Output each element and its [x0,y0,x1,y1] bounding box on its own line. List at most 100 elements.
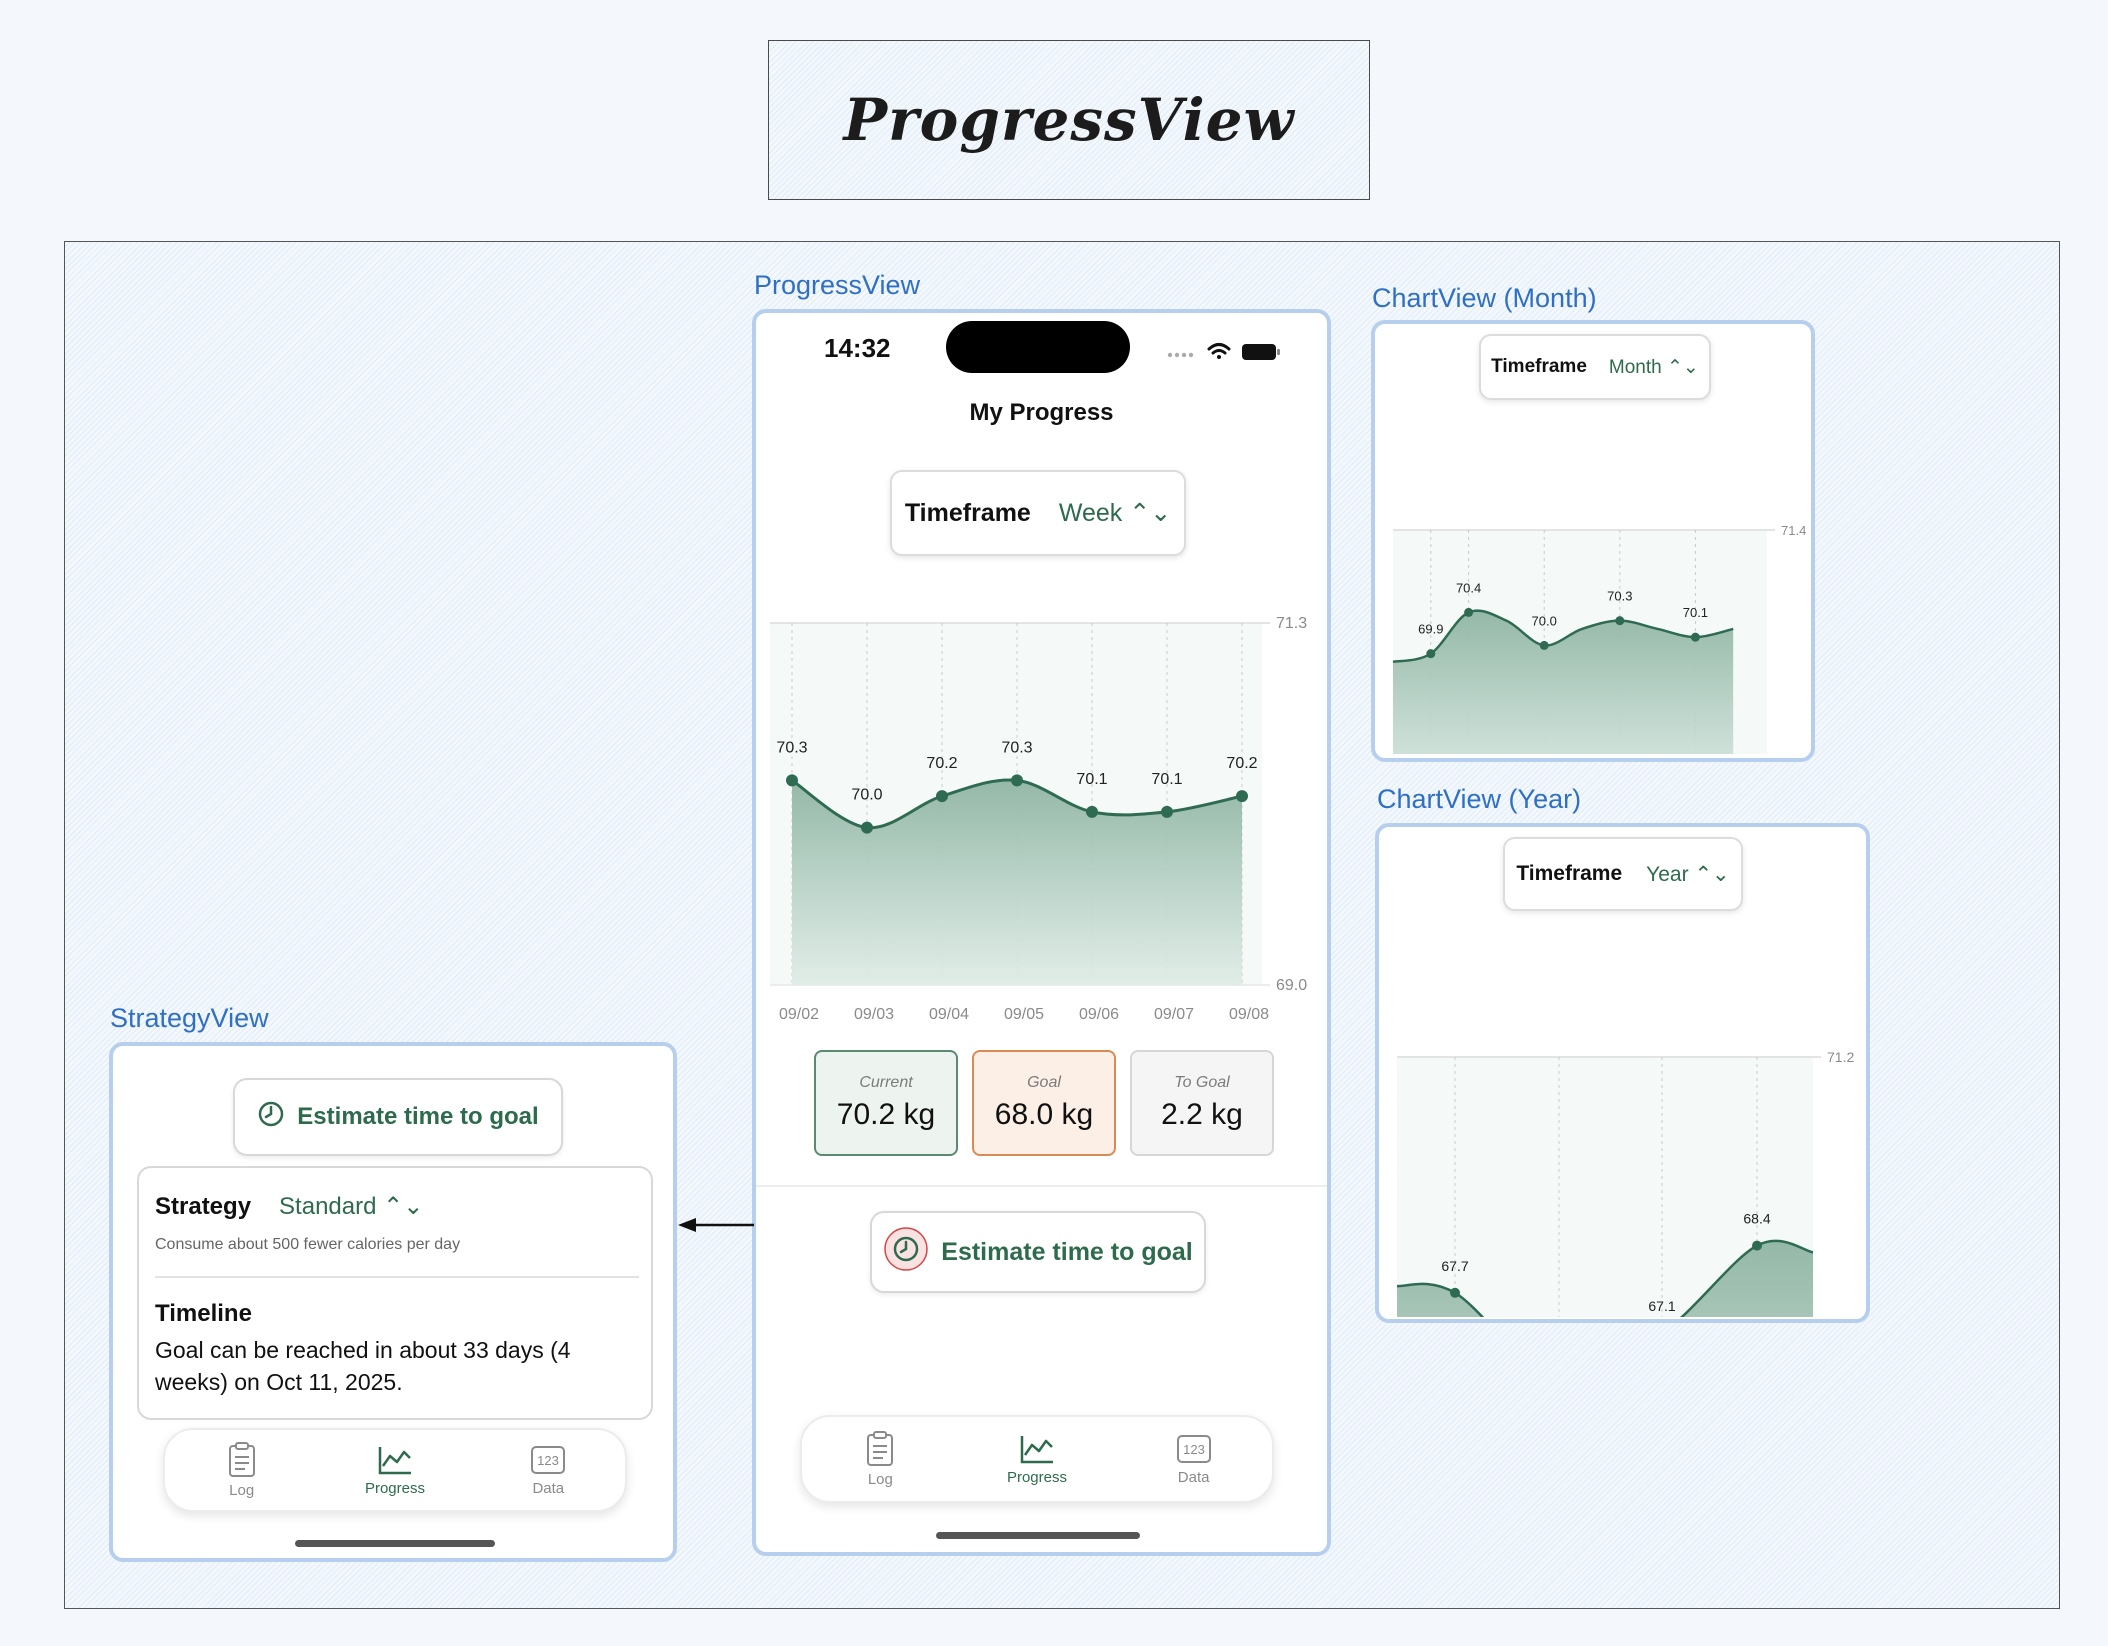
strategy-tab-bar: Log Progress 123 Data [163,1428,627,1512]
data-label: 70.3 [1607,589,1632,604]
data-point [1450,1287,1460,1298]
tab-log[interactable]: Log [830,1430,930,1488]
current-value: 70.2 kg [836,1098,936,1131]
chevron-updown-icon: ⌃⌄ [1694,862,1730,886]
line-chart-icon [378,1446,411,1474]
data-point [1615,616,1625,626]
strategy-value: Standard [279,1193,377,1220]
data-label: 70.2 [926,755,957,772]
year-timeframe-value: Year [1646,862,1689,886]
tab-data-label: Data [1177,1468,1210,1486]
week-chart: 70.3 70.0 70.2 70.3 70.1 70.1 70.2 71.3 69.0 09/0… [770,615,1307,1023]
tab-data[interactable]: 123 Data [498,1444,598,1497]
data-point [1752,1240,1762,1251]
data-label: 70.2 [1226,755,1257,772]
current-weight-card: Current 70.2 kg [814,1050,958,1156]
tab-progress-label: Progress [1006,1468,1067,1486]
divider [756,1185,1327,1187]
month-timeframe-value: Month [1608,356,1662,378]
tab-progress[interactable]: Progress [345,1444,445,1497]
month-chart-frame: Timeframe Month ⌃⌄ 69.9 70.4 70.0 70.3 70.1 7… [1371,320,1815,762]
home-indicator [295,1540,495,1547]
goal-value: 68.0 kg [994,1098,1094,1131]
data-point [1690,632,1700,642]
dynamic-island [946,321,1130,373]
x-tick-label: 09/07 [1154,1006,1194,1023]
timeframe-picker[interactable]: Timeframe Week ⌃⌄ [890,470,1186,556]
year-chart: 67.766.467.168.471.263.6JanFebMarApr [1396,1049,1854,1317]
year-timeframe-picker[interactable]: Timeframe Year ⌃⌄ [1503,837,1743,911]
data-label: 69.9 [1418,622,1443,637]
battery-icon [1242,344,1280,360]
strategy-description: Consume about 500 fewer calories per day [155,1236,461,1253]
chevron-updown-icon: ⌃⌄ [383,1193,424,1220]
y-tick-label: 71.3 [1276,615,1307,632]
data-point [936,790,948,803]
x-tick-label: 09/04 [929,1006,969,1023]
cellular-icon [1167,352,1194,358]
data-point [1011,774,1023,787]
year-timeframe-label: Timeframe [1516,862,1623,885]
tab-log-label: Log [867,1470,893,1488]
strategy-estimate-label: Estimate time to goal [297,1103,539,1130]
data-label: 70.0 [851,787,882,804]
strategy-row[interactable]: Strategy Standard ⌃⌄ [155,1192,423,1221]
estimate-button[interactable]: Estimate time to goal [870,1211,1206,1293]
chevron-updown-icon: ⌃⌄ [1667,356,1699,378]
numbers-icon: 123 [1176,1434,1211,1463]
strategy-estimate-button[interactable]: Estimate time to goal [233,1078,563,1156]
y-tick-label: 71.2 [1827,1049,1854,1065]
tab-bar: Log Progress 123 Data [800,1415,1274,1503]
svg-text:123: 123 [1183,1442,1205,1457]
data-label: 70.3 [1001,739,1032,756]
tab-data[interactable]: 123 Data [1144,1433,1244,1486]
clipboard-icon [228,1441,255,1477]
line-chart-icon [1020,1435,1053,1463]
numbers-icon: 123 [531,1445,566,1474]
to-goal-card: To Goal 2.2 kg [1130,1050,1274,1156]
data-point [1464,607,1474,617]
divider [155,1276,639,1278]
data-label: 70.0 [1532,613,1557,628]
goal-weight-card: Goal 68.0 kg [972,1050,1116,1156]
navigation-arrow [678,1218,754,1232]
data-label: 70.4 [1456,580,1481,595]
x-tick-label: 09/08 [1229,1006,1269,1023]
data-point [1426,649,1436,659]
timeline-text: Goal can be reached in about 33 days (4 … [155,1337,571,1395]
frame-label-month: ChartView (Month) [1372,283,1597,313]
data-label: 70.1 [1683,605,1708,620]
data-label: 67.1 [1648,1298,1675,1314]
progress-phone-frame: 14:32 My Progress Timeframe Week ⌃⌄ 70.3… [752,309,1331,1556]
tab-progress[interactable]: Progress [987,1433,1087,1486]
timeframe-label: Timeframe [904,498,1031,527]
month-timeframe-label: Timeframe [1491,356,1587,377]
home-indicator [936,1532,1140,1539]
togoal-caption: To Goal [1174,1074,1230,1091]
data-label: 70.3 [776,739,807,756]
svg-text:123: 123 [537,1453,559,1468]
strategy-label: Strategy [155,1193,252,1220]
data-label: 70.1 [1151,771,1182,788]
tab-log[interactable]: Log [192,1441,292,1499]
year-chart-frame: Timeframe Year ⌃⌄ 67.766.467.168.471.263… [1375,823,1870,1323]
clock-icon [257,1100,285,1135]
x-tick-label: 09/06 [1079,1006,1119,1023]
frame-label-progress: ProgressView [754,270,921,300]
tab-progress-label: Progress [364,1479,425,1497]
wifi-icon [1207,343,1231,359]
x-tick-label: 09/03 [854,1006,894,1023]
x-tick-label: 09/02 [779,1006,819,1023]
goal-caption: Goal [1027,1074,1061,1091]
frame-label-strategy: StrategyView [110,1003,269,1033]
y-tick-label: 71.4 [1781,523,1806,538]
timeframe-value: Week [1058,499,1123,527]
diagram-title-box: ProgressView [768,40,1370,200]
data-point [786,774,798,787]
frame-label-year: ChartView (Year) [1377,784,1582,814]
month-timeframe-picker[interactable]: Timeframe Month ⌃⌄ [1479,334,1711,400]
clock-icon [883,1226,929,1279]
chevron-updown-icon: ⌃⌄ [1129,499,1172,527]
x-tick-label: 09/05 [1004,1006,1044,1023]
strategy-frame: Estimate time to goal Strategy Standard … [109,1042,677,1562]
